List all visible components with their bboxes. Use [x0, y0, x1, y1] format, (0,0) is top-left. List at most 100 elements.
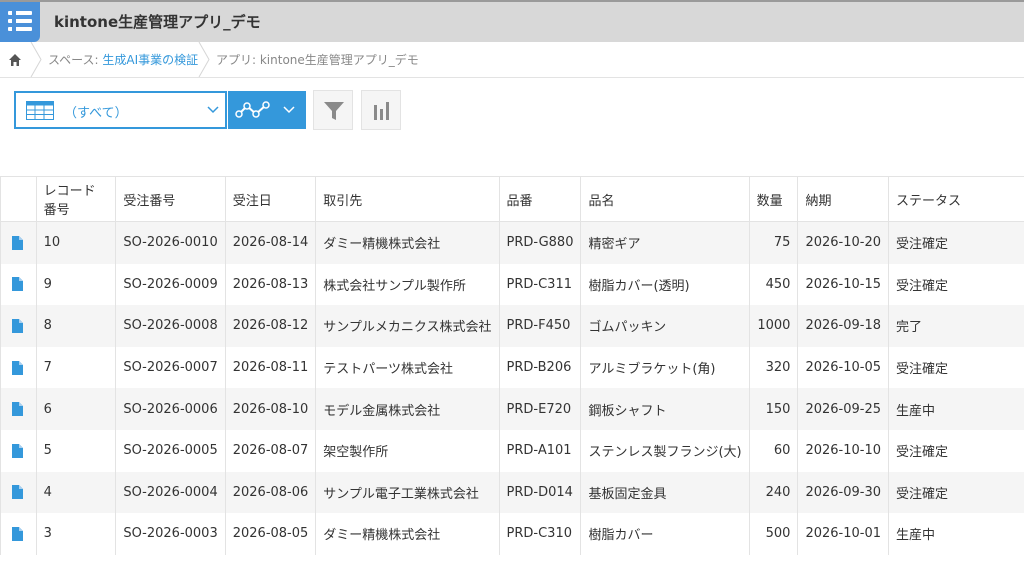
row-detail-cell[interactable]: [0, 388, 37, 430]
document-icon[interactable]: [12, 443, 23, 458]
breadcrumb-separator: [30, 42, 42, 77]
cell-record-number: 4: [35, 471, 116, 514]
cell-part-name: ゴムパッキン: [580, 305, 750, 347]
document-icon[interactable]: [12, 402, 23, 417]
cell-order-date: 2026-08-10: [224, 388, 316, 430]
cell-due-date: 2026-10-10: [797, 429, 889, 472]
column-header[interactable]: 品番: [498, 176, 581, 222]
records-table: レコード番号 受注番号 受注日 取引先 品番 品名 数量 納期 ステータス 10…: [0, 176, 1024, 555]
cell-due-date: 2026-10-01: [797, 513, 889, 555]
table-row[interactable]: 5 SO-2026-0005 2026-08-07 架空製作所 PRD-A101 ステンレ…: [0, 429, 1024, 472]
cell-order-date: 2026-08-06: [224, 471, 316, 514]
table-row[interactable]: 7 SO-2026-0007 2026-08-11 テストパーツ株式会社 PRD-B20…: [0, 346, 1024, 389]
list-menu-icon[interactable]: [0, 2, 40, 42]
cell-order-number: SO-2026-0010: [115, 221, 226, 264]
cell-order-date: 2026-08-13: [224, 263, 316, 306]
cell-record-number: 8: [35, 305, 116, 347]
row-detail-cell[interactable]: [0, 263, 37, 306]
document-icon[interactable]: [12, 318, 23, 333]
breadcrumb-space[interactable]: スペース: 生成AI事業の検証: [48, 51, 198, 68]
line-graph-icon: [235, 101, 270, 118]
view-selector[interactable]: （すべて）: [14, 91, 227, 129]
table-row[interactable]: 10 SO-2026-0010 2026-08-14 ダミー精機株式会社 PRD-G88…: [0, 221, 1024, 264]
cell-status: 受注確定: [888, 429, 1024, 472]
home-icon[interactable]: [7, 52, 23, 68]
document-icon[interactable]: [12, 360, 23, 375]
row-detail-cell[interactable]: [0, 429, 37, 472]
cell-part-name: 基板固定金具: [580, 471, 750, 514]
row-detail-cell[interactable]: [0, 513, 37, 555]
cell-customer: サンプルメカニクス株式会社: [315, 305, 500, 347]
cell-status: 受注確定: [888, 471, 1024, 514]
chart-button[interactable]: [361, 90, 401, 130]
cell-customer: 株式会社サンプル製作所: [315, 263, 500, 306]
cell-order-number: SO-2026-0007: [115, 346, 226, 389]
cell-order-date: 2026-08-14: [224, 221, 316, 264]
cell-customer: ダミー精機株式会社: [315, 513, 500, 555]
cell-part-number: PRD-D014: [498, 471, 581, 514]
breadcrumb-app[interactable]: アプリ: kintone生産管理アプリ_デモ: [216, 51, 419, 68]
chevron-down-icon: [207, 106, 219, 114]
column-header[interactable]: レコード番号: [35, 176, 116, 222]
cell-due-date: 2026-09-18: [797, 305, 889, 347]
cell-order-number: SO-2026-0008: [115, 305, 226, 347]
cell-order-number: SO-2026-0009: [115, 263, 226, 306]
cell-due-date: 2026-10-05: [797, 346, 889, 389]
column-header[interactable]: ステータス: [888, 176, 1024, 222]
breadcrumb-separator: [198, 42, 210, 77]
cell-part-name: 精密ギア: [580, 221, 750, 264]
table-row[interactable]: 3 SO-2026-0003 2026-08-05 ダミー精機株式会社 PRD-C310…: [0, 513, 1024, 555]
cell-part-name: ステンレス製フランジ(大): [580, 429, 750, 472]
graph-selector[interactable]: [228, 91, 306, 129]
row-detail-cell[interactable]: [0, 471, 37, 514]
cell-customer: ダミー精機株式会社: [315, 221, 500, 264]
breadcrumb: スペース: 生成AI事業の検証 アプリ: kintone生産管理アプリ_デモ: [0, 42, 1024, 78]
row-detail-cell[interactable]: [0, 305, 37, 347]
cell-order-date: 2026-08-07: [224, 429, 316, 472]
cell-part-number: PRD-G880: [498, 221, 581, 264]
cell-customer: テストパーツ株式会社: [315, 346, 500, 389]
cell-record-number: 6: [35, 388, 116, 430]
table-row[interactable]: 4 SO-2026-0004 2026-08-06 サンプル電子工業株式会社 PRD-D…: [0, 471, 1024, 514]
column-header[interactable]: 納期: [797, 176, 889, 222]
table-row[interactable]: 8 SO-2026-0008 2026-08-12 サンプルメカニクス株式会社 PRD-…: [0, 305, 1024, 347]
cell-part-number: PRD-F450: [498, 305, 581, 347]
table-row[interactable]: 9 SO-2026-0009 2026-08-13 株式会社サンプル製作所 PRD-C3…: [0, 263, 1024, 306]
cell-part-name: 鋼板シャフト: [580, 388, 750, 430]
cell-quantity: 320: [748, 346, 798, 389]
cell-part-number: PRD-E720: [498, 388, 581, 430]
cell-due-date: 2026-10-20: [797, 221, 889, 264]
cell-customer: モデル金属株式会社: [315, 388, 500, 430]
document-icon[interactable]: [12, 235, 23, 250]
cell-part-number: PRD-A101: [498, 429, 581, 472]
cell-quantity: 75: [748, 221, 798, 264]
column-header[interactable]: 取引先: [315, 176, 500, 222]
cell-part-name: 樹脂カバー: [580, 513, 750, 555]
cell-record-number: 3: [35, 513, 116, 555]
cell-part-number: PRD-C310: [498, 513, 581, 555]
cell-quantity: 1000: [748, 305, 798, 347]
cell-status: 生産中: [888, 388, 1024, 430]
funnel-icon: [324, 102, 344, 120]
document-icon[interactable]: [12, 277, 23, 292]
cell-part-number: PRD-C311: [498, 263, 581, 306]
column-header[interactable]: 数量: [748, 176, 798, 222]
document-icon[interactable]: [12, 526, 23, 541]
row-detail-cell[interactable]: [0, 221, 37, 264]
cell-part-name: アルミブラケット(角): [580, 346, 750, 389]
cell-part-name: 樹脂カバー(透明): [580, 263, 750, 306]
column-header[interactable]: 品名: [580, 176, 750, 222]
cell-status: 完了: [888, 305, 1024, 347]
document-icon[interactable]: [12, 485, 23, 500]
filter-button[interactable]: [313, 90, 353, 130]
breadcrumb-space-link[interactable]: 生成AI事業の検証: [102, 53, 198, 67]
column-header: [0, 176, 37, 222]
view-selected-label: （すべて）: [64, 106, 128, 121]
cell-part-number: PRD-B206: [498, 346, 581, 389]
column-header[interactable]: 受注日: [224, 176, 316, 222]
row-detail-cell[interactable]: [0, 346, 37, 389]
cell-due-date: 2026-09-25: [797, 388, 889, 430]
table-row[interactable]: 6 SO-2026-0006 2026-08-10 モデル金属株式会社 PRD-E720…: [0, 388, 1024, 430]
app-title: kintone生産管理アプリ_デモ: [54, 13, 261, 31]
column-header[interactable]: 受注番号: [115, 176, 226, 222]
